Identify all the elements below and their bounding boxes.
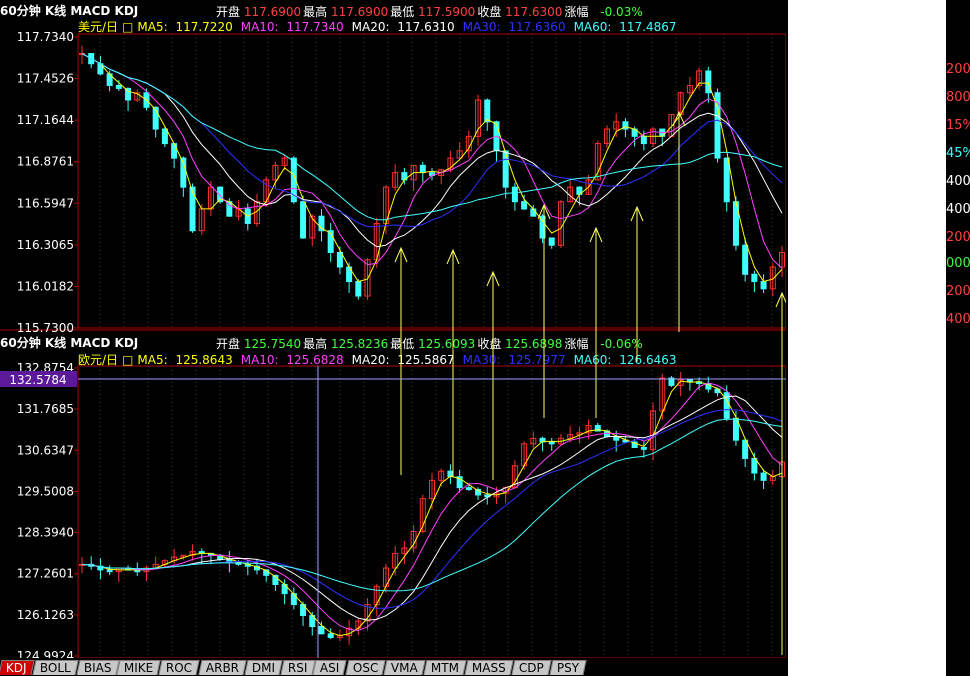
candle-body	[751, 457, 758, 474]
tab-label: ARBR	[205, 661, 239, 675]
top-y-axis: 117.7340 117.4526 117.1644 116.8761 116.5947…	[17, 30, 78, 335]
tab-label: BOLL	[39, 661, 71, 675]
tab-label: ASI	[320, 661, 340, 675]
candle-body	[742, 244, 749, 275]
tab-vma[interactable]: VMA	[383, 660, 426, 675]
candle-body	[106, 569, 113, 573]
candle-body	[760, 281, 767, 290]
blank-gap	[788, 0, 946, 676]
tab-asi[interactable]: ASI	[312, 660, 348, 675]
candle-body	[161, 128, 168, 145]
right-value: 200	[946, 62, 970, 77]
tab-boll[interactable]: BOLL	[32, 660, 79, 675]
tab-label: RSI	[287, 661, 308, 675]
candle-body	[171, 143, 178, 159]
candle-body	[336, 251, 343, 268]
right-value: 400	[946, 312, 970, 327]
ma5-line	[81, 53, 783, 283]
candle-body	[502, 150, 509, 188]
tab-osc[interactable]: OSC	[345, 660, 386, 675]
right-value: 200	[946, 230, 970, 245]
candle-body	[521, 201, 528, 210]
candle-body	[290, 593, 297, 606]
tab-arbr[interactable]: ARBR	[198, 660, 247, 675]
y-tick-label: 126.1263	[17, 608, 74, 622]
tab-dmi[interactable]: DMI	[244, 660, 283, 675]
y-tick-label: 130.6347	[17, 443, 74, 457]
candle-body	[115, 85, 122, 89]
y-tick-label: 117.4526	[17, 72, 74, 86]
tab-mass[interactable]: MASS	[464, 660, 514, 675]
candle-body	[548, 441, 555, 445]
candle-body	[723, 157, 730, 203]
indicator-tab-bar: KDJ BOLL BIAS MIKE ROC ARBR DMI RSI ASI OSC VMA MTM…	[0, 658, 786, 676]
ma10-line	[81, 53, 783, 269]
tab-label: DMI	[251, 661, 275, 675]
candle-body	[300, 201, 307, 239]
candle-body	[318, 625, 325, 635]
tab-mike[interactable]: MIKE	[116, 660, 162, 675]
ma60-line	[81, 53, 783, 221]
y-tick-label: 116.0182	[17, 279, 74, 293]
candle-body	[760, 472, 767, 481]
candle-body	[751, 273, 758, 283]
y-tick-label: 116.8761	[17, 155, 74, 169]
y-tick-label: 115.7300	[17, 321, 74, 335]
right-value: 400	[946, 174, 970, 189]
candle-body	[327, 633, 334, 638]
candle-body	[511, 186, 518, 203]
tab-label: MTM	[430, 661, 459, 675]
y-tick-label: 117.7340	[17, 30, 74, 44]
y-tick-label: 116.3065	[17, 238, 74, 252]
tab-label: CDP	[518, 661, 544, 675]
candle-body	[640, 135, 647, 145]
candle-body	[640, 446, 647, 450]
tab-cdp[interactable]: CDP	[511, 660, 552, 675]
y-tick-label: 127.2601	[17, 567, 74, 581]
right-value: 800	[946, 90, 970, 105]
candle-body	[705, 70, 712, 94]
tab-psy[interactable]: PSY	[549, 660, 587, 675]
tab-label: BIAS	[83, 661, 112, 675]
tab-mtm[interactable]: MTM	[423, 660, 467, 675]
right-value: 400	[946, 202, 970, 217]
tab-label: PSY	[556, 661, 579, 675]
y-tick-label: 129.5008	[17, 484, 74, 498]
tab-label: KDJ	[5, 661, 27, 675]
y-tick-label: 131.7685	[17, 402, 74, 416]
bottom-y-axis: 132.8754131.7685130.6347129.5008128.3940…	[17, 361, 78, 658]
candle-body	[189, 186, 196, 232]
candle-body	[548, 237, 555, 246]
candle-body	[465, 487, 472, 490]
tab-label: OSC	[352, 661, 379, 675]
tab-label: ROC	[166, 661, 193, 675]
kline-chart-area[interactable]: 117.7340 117.4526 117.1644 116.8761 116.5947…	[0, 0, 786, 658]
tab-kdj[interactable]: KDJ	[0, 660, 35, 675]
tab-label: VMA	[391, 661, 418, 675]
tab-label: MASS	[471, 661, 506, 675]
right-value: 15%	[946, 118, 970, 133]
tab-bias[interactable]: BIAS	[75, 660, 119, 675]
right-value: 000	[946, 256, 970, 271]
y-tick-label: 124.9924	[17, 649, 74, 658]
candle-body	[484, 99, 491, 123]
tab-roc[interactable]: ROC	[158, 660, 201, 675]
top-ma-lines	[81, 53, 783, 283]
candle-body	[355, 281, 362, 297]
right-value: 45%	[946, 146, 970, 161]
cursor-price: 132.5784	[9, 373, 66, 387]
candle-body	[419, 164, 426, 174]
candle-body	[686, 379, 693, 383]
right-value: 200	[946, 284, 970, 299]
candle-body	[530, 208, 537, 217]
y-tick-label: 128.3940	[17, 526, 74, 540]
tab-label: MIKE	[124, 661, 154, 675]
y-tick-label: 117.1644	[17, 113, 74, 127]
bottom-candles	[79, 371, 785, 645]
ma30-line	[81, 53, 783, 228]
arrow-head	[775, 291, 786, 308]
y-tick-label: 116.5947	[17, 196, 74, 210]
tab-rsi[interactable]: RSI	[280, 660, 315, 675]
